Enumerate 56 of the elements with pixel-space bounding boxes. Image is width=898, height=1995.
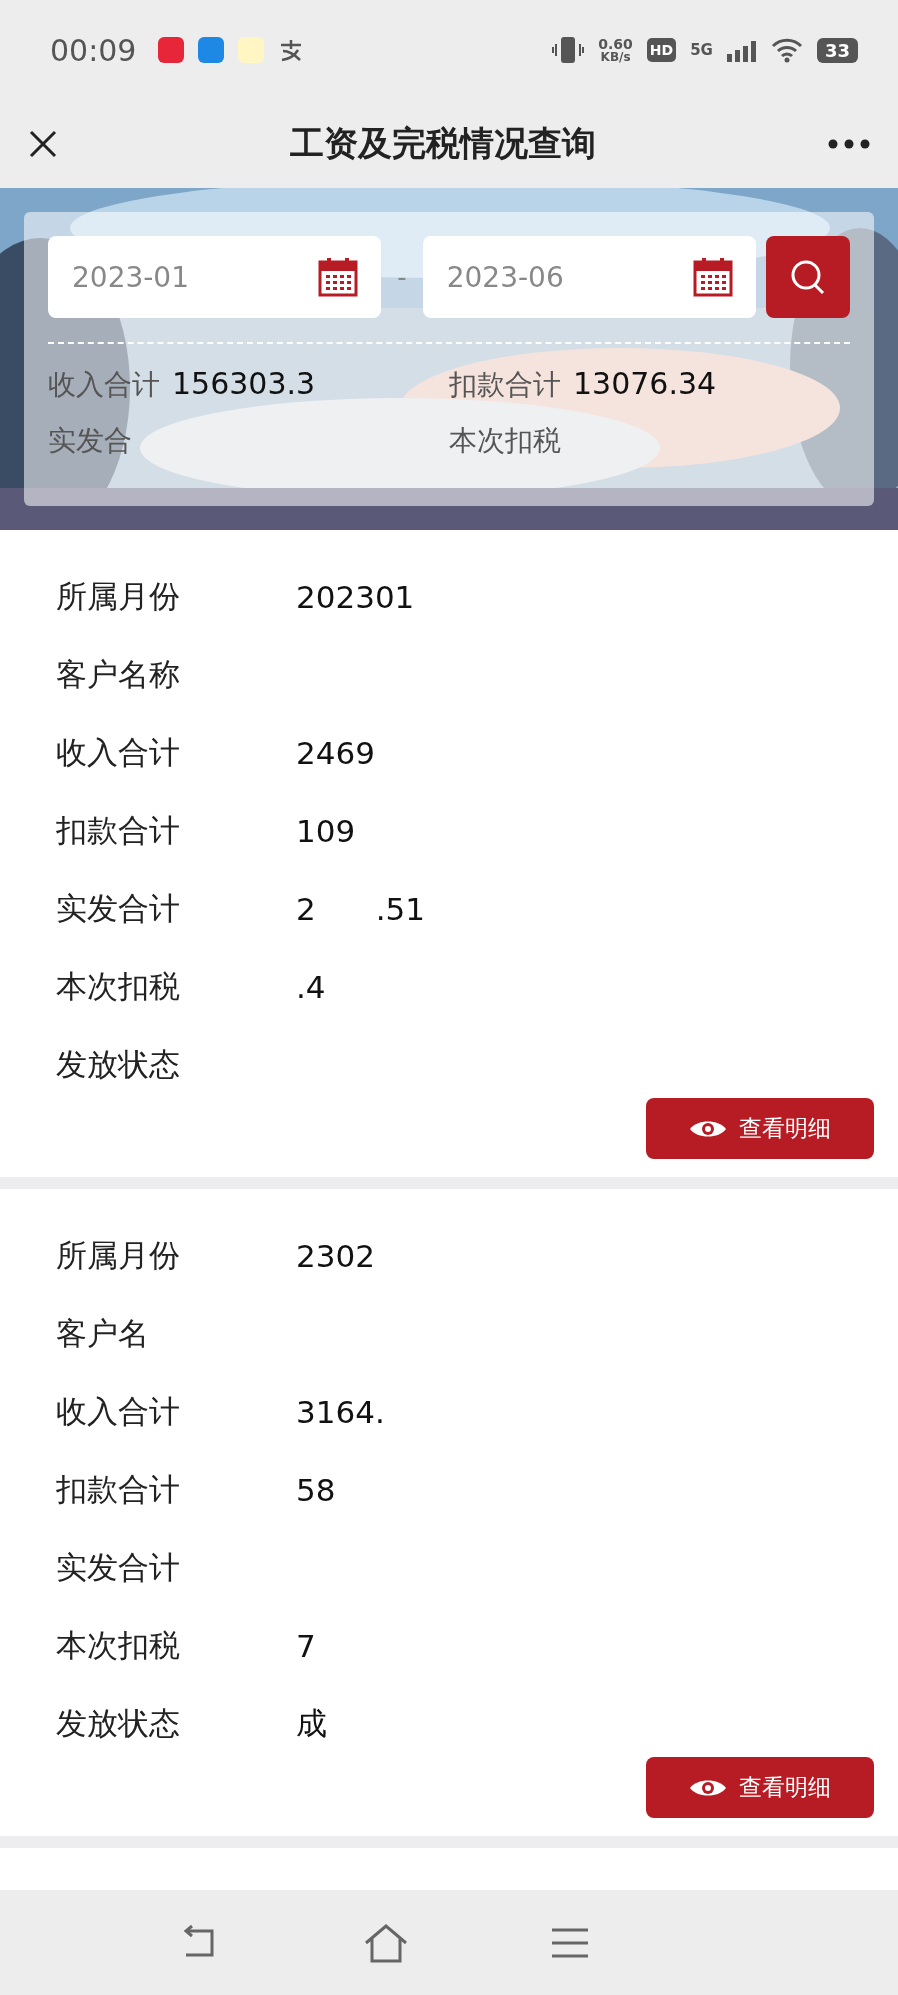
summary-label: 本次扣税 xyxy=(449,423,561,459)
view-details-button[interactable]: 查看明细 xyxy=(646,1098,874,1159)
status-time: 00:09 xyxy=(50,32,137,68)
speed-value: 0.60 xyxy=(598,37,633,51)
field-label: 发放状态 xyxy=(56,1045,181,1084)
close-icon[interactable] xyxy=(28,129,58,159)
field-value: .51 xyxy=(375,891,426,927)
summary-value: 156303.3 xyxy=(172,366,316,401)
field-value: 2302 xyxy=(296,1238,375,1274)
calendar-icon[interactable] xyxy=(317,256,360,298)
summary-label: 扣款合计 xyxy=(449,367,561,403)
view-details-button[interactable]: 查看明细 xyxy=(646,1757,874,1818)
field-label: 扣款合计 xyxy=(56,1470,181,1509)
field-value: 2 xyxy=(296,891,316,927)
field-label: 实发合计 xyxy=(56,889,181,928)
field-label: 所属月份 xyxy=(56,577,181,616)
field-value: .4 xyxy=(296,969,326,1005)
field-label: 实发合计 xyxy=(56,1548,181,1587)
field-label: 本次扣税 xyxy=(56,1626,181,1665)
page-title: 工资及完税情况查询 xyxy=(289,122,597,165)
field-label: 客户名称 xyxy=(56,655,181,694)
field-label: 扣款合计 xyxy=(56,811,181,850)
field-value: 202301 xyxy=(296,579,415,615)
home-icon[interactable] xyxy=(362,1922,410,1963)
app-icon xyxy=(238,37,265,63)
range-separator: - xyxy=(396,262,408,292)
signal-icon xyxy=(726,38,757,62)
field-label: 本次扣税 xyxy=(56,967,181,1006)
field-value: 7 xyxy=(296,1628,316,1664)
summary-value: 13076.34 xyxy=(573,366,717,401)
start-date-field[interactable]: 2023-01 xyxy=(48,236,382,318)
field-label: 客户名 xyxy=(56,1314,150,1353)
wifi-icon xyxy=(770,37,803,63)
speed-unit: KB/s xyxy=(600,51,631,63)
calendar-icon[interactable] xyxy=(692,256,734,298)
end-date-field[interactable]: 2023-06 xyxy=(422,236,756,318)
search-icon xyxy=(789,258,827,296)
app-icon xyxy=(158,37,185,63)
app-icon xyxy=(198,37,225,63)
field-value: 2469 xyxy=(296,735,375,771)
field-value: 成 xyxy=(296,1704,327,1743)
vibrate-icon xyxy=(552,35,585,65)
hd-badge: HD xyxy=(646,38,677,62)
field-label: 发放状态 xyxy=(56,1704,181,1743)
field-value: 109 xyxy=(296,813,356,849)
battery-level: 33 xyxy=(816,37,858,63)
field-value: 58 xyxy=(296,1472,336,1508)
more-icon[interactable] xyxy=(828,139,870,149)
network-label: 5G xyxy=(690,41,713,59)
field-label: 收入合计 xyxy=(56,733,181,772)
field-label: 收入合计 xyxy=(56,1392,181,1431)
summary-label: 收入合计 xyxy=(48,367,160,403)
search-button[interactable] xyxy=(766,236,850,318)
field-label: 所属月份 xyxy=(56,1236,181,1275)
summary-label: 实发合 xyxy=(48,423,132,459)
field-value: 3164. xyxy=(296,1394,385,1430)
